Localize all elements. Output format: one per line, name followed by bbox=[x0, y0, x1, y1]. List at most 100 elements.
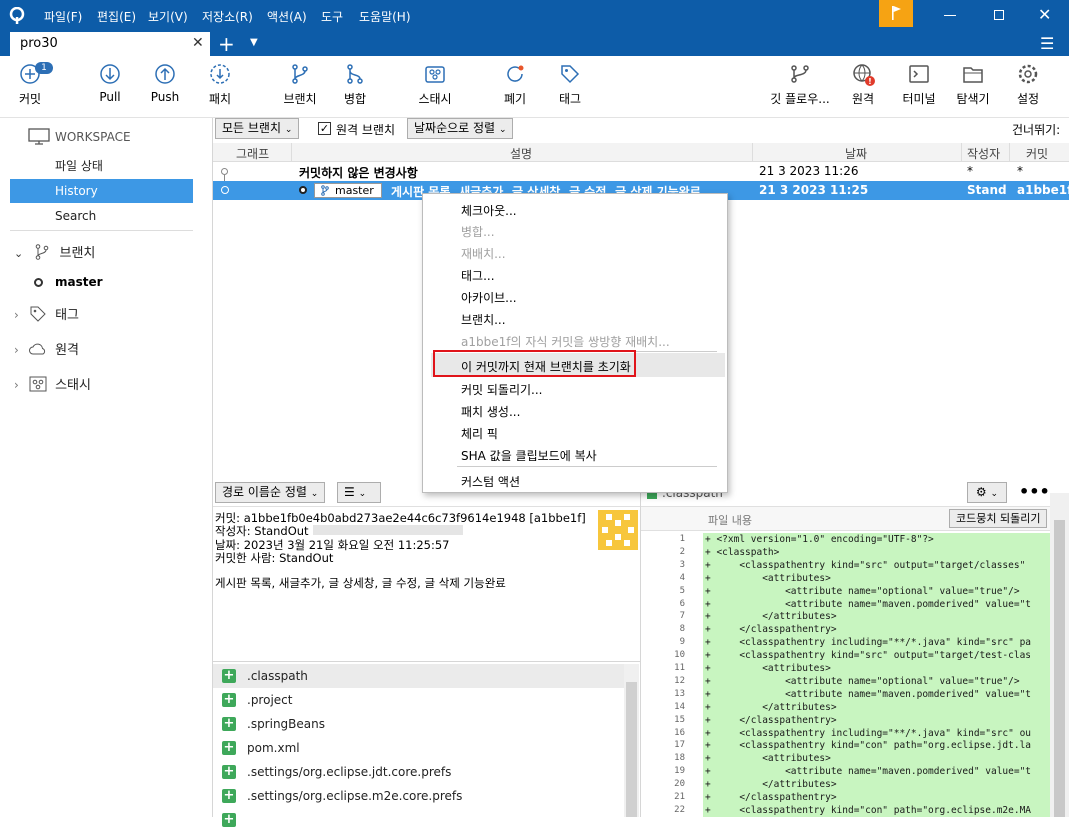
ctx-copy-sha[interactable]: SHA 값을 클립보드에 복사 bbox=[461, 447, 597, 464]
diff-line[interactable]: 2 + <classpath> bbox=[641, 545, 1050, 559]
new-tab-icon[interactable]: + bbox=[218, 32, 235, 56]
diff-line[interactable]: 16 + <classpathentry including="**/*.java… bbox=[641, 726, 1050, 740]
menu-view[interactable]: 보기(V) bbox=[148, 8, 188, 25]
diff-line[interactable]: 22 + <classpathentry kind="con" path="org… bbox=[641, 803, 1050, 817]
diff-line[interactable]: 8 + </classpathentry> bbox=[641, 623, 1050, 637]
git-flow-button[interactable]: 깃 플로우... bbox=[767, 62, 833, 107]
diff-line[interactable]: 20 + </attributes> bbox=[641, 778, 1050, 792]
menu-repository[interactable]: 저장소(R) bbox=[202, 8, 253, 25]
file-row[interactable]: + .springBeans bbox=[213, 712, 624, 736]
diff-line[interactable]: 1 + <?xml version="1.0" encoding="UTF-8"?… bbox=[641, 533, 1050, 546]
tag-button[interactable]: 태그 bbox=[555, 62, 585, 107]
tab-dropdown-icon[interactable]: ▼ bbox=[250, 37, 258, 48]
explorer-button[interactable]: 탐색기 bbox=[952, 62, 994, 107]
col-description[interactable]: 설명 bbox=[510, 145, 532, 162]
settings-button[interactable]: 설정 bbox=[1012, 62, 1044, 107]
ctx-reset-to-commit[interactable]: 이 커밋까지 현재 브랜치를 초기화 bbox=[461, 358, 631, 375]
list-view-dropdown[interactable]: ☰ ⌄ bbox=[337, 482, 381, 503]
row-date: 21 3 2023 11:25 bbox=[759, 183, 869, 197]
close-tab-icon[interactable]: ✕ bbox=[192, 35, 204, 51]
sidebar-section-stashes[interactable]: › 스태시 bbox=[14, 373, 91, 397]
file-name: .settings/org.eclipse.jdt.core.prefs bbox=[247, 765, 452, 779]
close-window-button[interactable]: ✕ bbox=[1038, 5, 1051, 24]
patch-icon bbox=[210, 64, 230, 84]
diff-line[interactable]: 17 + <classpathentry kind="con" path="org… bbox=[641, 739, 1050, 753]
diff-line[interactable]: 4 + <attributes> bbox=[641, 571, 1050, 585]
commit-row-uncommitted[interactable]: 커밋하지 않은 변경사항 21 3 2023 11:26 * * bbox=[213, 162, 1069, 181]
terminal-button[interactable]: 터미널 bbox=[898, 62, 940, 107]
diff-line[interactable]: 11 + <attributes> bbox=[641, 662, 1050, 675]
ctx-cherry-pick[interactable]: 체리 픽 bbox=[461, 425, 498, 442]
minimize-button[interactable] bbox=[944, 15, 956, 16]
file-row[interactable]: + bbox=[213, 808, 624, 832]
col-commit[interactable]: 커밋 bbox=[1026, 145, 1048, 162]
hamburger-menu-icon[interactable]: ☰ bbox=[1040, 34, 1054, 53]
chevron-down-icon: ⌄ bbox=[498, 125, 507, 135]
col-graph[interactable]: 그래프 bbox=[236, 145, 269, 162]
diff-line[interactable]: 3 + <classpathentry kind="src" output="ta… bbox=[641, 558, 1050, 572]
more-options-icon[interactable]: ••• bbox=[1019, 482, 1050, 501]
diff-line[interactable]: 9 + <classpathentry including="**/*.java"… bbox=[641, 636, 1050, 650]
sidebar-item-history[interactable]: History bbox=[10, 179, 193, 203]
sidebar-item-file-status[interactable]: 파일 상태 bbox=[10, 154, 193, 178]
pull-button[interactable]: Pull bbox=[94, 62, 126, 104]
revert-hunk-button[interactable]: 코드뭉치 되돌리기 bbox=[949, 509, 1048, 528]
diff-scrollbar-thumb[interactable] bbox=[1054, 520, 1065, 817]
diff-line[interactable]: 5 + <attribute name="optional" value="tru… bbox=[641, 584, 1050, 598]
path-sort-dropdown[interactable]: 경로 이름순 정렬 ⌄ bbox=[215, 482, 326, 503]
diff-line[interactable]: 12 + <attribute name="optional" value="tr… bbox=[641, 674, 1050, 688]
globe-icon: ! bbox=[853, 64, 875, 86]
stash-button[interactable]: 스태시 bbox=[413, 62, 457, 107]
file-row[interactable]: + .settings/org.eclipse.m2e.core.prefs bbox=[213, 784, 624, 808]
diff-line[interactable]: 21 + </classpathentry> bbox=[641, 791, 1050, 804]
ctx-checkout[interactable]: 체크아웃... bbox=[461, 202, 517, 219]
sidebar-section-remotes[interactable]: › 원격 bbox=[14, 338, 79, 362]
col-author[interactable]: 작성자 bbox=[967, 145, 1000, 162]
ctx-branch[interactable]: 브랜치... bbox=[461, 311, 506, 328]
menu-actions[interactable]: 액션(A) bbox=[267, 8, 307, 25]
sort-dropdown[interactable]: 날짜순으로 정렬 ⌄ bbox=[407, 118, 514, 139]
files-scrollbar-thumb[interactable] bbox=[626, 682, 637, 817]
remote-branch-checkbox[interactable]: ✓ bbox=[318, 122, 331, 135]
diff-line[interactable]: 14 + </attributes> bbox=[641, 700, 1050, 714]
menu-tools[interactable]: 도구 bbox=[321, 8, 343, 25]
committer-line: 커밋한 사람: StandOut bbox=[215, 551, 334, 565]
diff-line[interactable]: 18 + <attributes> bbox=[641, 752, 1050, 766]
branch-filter-dropdown[interactable]: 모든 브랜치 ⌄ bbox=[215, 118, 300, 139]
diff-line[interactable]: 7 + </attributes> bbox=[641, 610, 1050, 624]
ctx-custom-actions[interactable]: 커스텀 액션 bbox=[461, 473, 520, 490]
ctx-tag[interactable]: 태그... bbox=[461, 267, 495, 284]
flag-button[interactable] bbox=[879, 0, 913, 27]
branch-button[interactable]: 브랜치 bbox=[281, 62, 319, 107]
line-text: + <attribute name="optional" value="true… bbox=[703, 584, 1050, 598]
file-row[interactable]: + pom.xml bbox=[213, 736, 624, 760]
maximize-button[interactable] bbox=[994, 10, 1004, 20]
remote-button[interactable]: ! 원격 bbox=[848, 62, 878, 107]
discard-button[interactable]: 폐기 bbox=[500, 62, 530, 107]
file-row[interactable]: + .project bbox=[213, 688, 624, 712]
sidebar-item-search[interactable]: Search bbox=[10, 204, 193, 228]
diff-line[interactable]: 13 + <attribute name="maven.pomderived" v… bbox=[641, 687, 1050, 701]
file-row[interactable]: + .classpath bbox=[213, 664, 624, 688]
file-row[interactable]: + .settings/org.eclipse.jdt.core.prefs bbox=[213, 760, 624, 784]
sidebar-item-master[interactable]: master bbox=[55, 275, 103, 289]
col-date[interactable]: 날짜 bbox=[845, 145, 867, 162]
diff-options-dropdown[interactable]: ⚙ ⌄ bbox=[967, 482, 1007, 503]
menu-help[interactable]: 도움말(H) bbox=[359, 8, 411, 25]
sidebar-section-tags[interactable]: › 태그 bbox=[14, 303, 79, 327]
menu-edit[interactable]: 편집(E) bbox=[97, 8, 136, 25]
ctx-reverse-commit[interactable]: 커밋 되돌리기... bbox=[461, 381, 543, 398]
ctx-create-patch[interactable]: 패치 생성... bbox=[461, 403, 520, 420]
head-dot-icon bbox=[299, 186, 307, 194]
menu-file[interactable]: 파일(F) bbox=[44, 8, 82, 25]
diff-line[interactable]: 10 + <classpathentry kind="src" output="t… bbox=[641, 649, 1050, 663]
tab-pro30[interactable]: pro30 ✕ bbox=[10, 32, 210, 56]
diff-line[interactable]: 19 + <attribute name="maven.pomderived" v… bbox=[641, 765, 1050, 779]
push-button[interactable]: Push bbox=[148, 62, 182, 104]
patch-button[interactable]: 패치 bbox=[204, 62, 236, 107]
ctx-archive[interactable]: 아카이브... bbox=[461, 289, 517, 306]
diff-line[interactable]: 6 + <attribute name="maven.pomderived" va… bbox=[641, 597, 1050, 611]
merge-button[interactable]: 병합 bbox=[340, 62, 370, 107]
sidebar-section-branches[interactable]: ⌄ 브랜치 bbox=[14, 242, 95, 266]
diff-line[interactable]: 15 + </classpathentry> bbox=[641, 713, 1050, 727]
